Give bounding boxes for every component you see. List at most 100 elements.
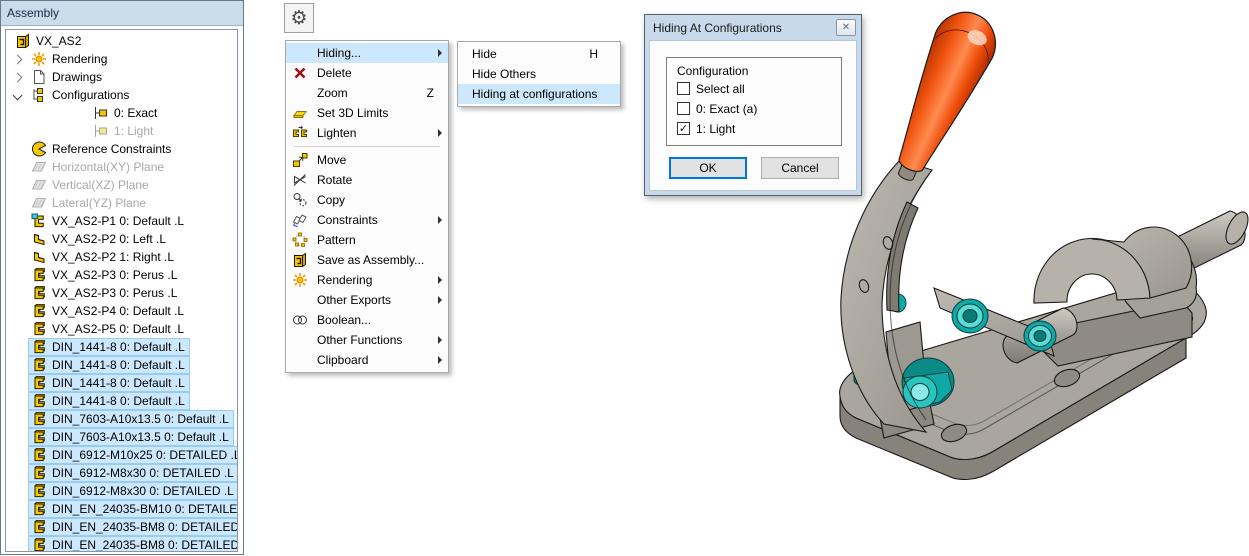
tree-item-plane-xz[interactable]: Vertical(XZ) Plane (6, 176, 237, 194)
plane-icon (31, 195, 47, 211)
menu-item-boolean[interactable]: Boolean... (286, 310, 448, 330)
submenu-arrow-icon (438, 356, 442, 364)
part-icon (31, 465, 47, 481)
menu-item-move[interactable]: Move (286, 150, 448, 170)
submenu-item-hiding-at-configurations[interactable]: Hiding at configurations (458, 84, 620, 104)
hiding-submenu: HideH Hide Others Hiding at configuratio… (457, 41, 621, 107)
submenu-arrow-icon (438, 129, 442, 137)
gear-icon: ⚙ (290, 9, 307, 28)
tree-item-part-selected[interactable]: DIN_EN_24035-BM8 0: DETAILED .L (6, 536, 237, 552)
tree-item-part-selected[interactable]: DIN_6912-M8x30 0: DETAILED .L (6, 482, 237, 500)
part-icon (31, 285, 47, 301)
tree-item-plane-xy[interactable]: Horizontal(XY) Plane (6, 158, 237, 176)
menu-item-other-exports[interactable]: Other Exports (286, 290, 448, 310)
tree-item-part[interactable]: VX_AS2-P5 0: Default .L (6, 320, 237, 338)
submenu-arrow-icon (438, 336, 442, 344)
ok-button[interactable]: OK (669, 157, 747, 179)
menu-item-delete[interactable]: Delete (286, 63, 448, 83)
tree-item-part-selected[interactable]: DIN_1441-8 0: Default .L (6, 356, 237, 374)
menu-item-lighten[interactable]: Lighten (286, 123, 448, 143)
part-icon (31, 429, 47, 445)
part-icon (31, 393, 47, 409)
menu-item-zoom[interactable]: ZoomZ (286, 83, 448, 103)
sun-icon (31, 51, 47, 67)
rotate-icon (292, 172, 308, 188)
move-icon (292, 152, 308, 168)
delete-x-icon (292, 65, 308, 81)
cancel-button[interactable]: Cancel (761, 157, 839, 179)
assembly-tree[interactable]: VX_AS2 Rendering Drawings Configurations… (5, 29, 238, 552)
tree-item-root[interactable]: VX_AS2 (6, 32, 237, 50)
submenu-item-hide[interactable]: HideH (458, 44, 620, 64)
configuration-icon (93, 123, 109, 139)
tree-item-part[interactable]: VX_AS2-P2 1: Right .L (6, 248, 237, 266)
menu-item-save-as-assembly[interactable]: Save as Assembly... (286, 250, 448, 270)
tree-item-part[interactable]: VX_AS2-P4 0: Default .L (6, 302, 237, 320)
tree-item-part-selected[interactable]: DIN_1441-8 0: Default .L (6, 392, 237, 410)
tree-item-config-light[interactable]: 1: Light (6, 122, 237, 140)
tree-item-part[interactable]: VX_AS2-P1 0: Default .L (6, 212, 237, 230)
menu-item-hiding[interactable]: Hiding... (286, 43, 448, 63)
menu-item-constraints[interactable]: Constraints (286, 210, 448, 230)
tree-item-part-selected[interactable]: DIN_EN_24035-BM10 0: DETAILED .L (6, 500, 237, 518)
checkbox-unchecked[interactable] (677, 102, 690, 115)
tree-item-reference-constraints[interactable]: Reference Constraints (6, 140, 237, 158)
submenu-item-hide-others[interactable]: Hide Others (458, 64, 620, 84)
tree-item-part-selected[interactable]: DIN_6912-M8x30 0: DETAILED .L (6, 464, 237, 482)
part-icon (31, 375, 47, 391)
part-icon (31, 339, 47, 355)
configurations-icon (31, 87, 47, 103)
assembly-icon (15, 33, 31, 49)
submenu-arrow-icon (438, 276, 442, 284)
tree-item-rendering[interactable]: Rendering (6, 50, 237, 68)
tree-item-plane-yz[interactable]: Lateral(YZ) Plane (6, 194, 237, 212)
menu-item-other-functions[interactable]: Other Functions (286, 330, 448, 350)
tree-item-drawings[interactable]: Drawings (6, 68, 237, 86)
3d-viewport[interactable] (830, 0, 1249, 480)
part-icon (31, 267, 47, 283)
chevron-right-icon[interactable] (6, 56, 28, 63)
tree-item-part[interactable]: VX_AS2-P3 0: Perus .L (6, 284, 237, 302)
tree-item-part-selected[interactable]: DIN_1441-8 0: Default .L (6, 338, 237, 356)
reference-constraints-icon (31, 141, 47, 157)
menu-item-rendering[interactable]: Rendering (286, 270, 448, 290)
clamp-handle-knob[interactable] (876, 2, 1006, 191)
gear-button[interactable]: ⚙ (284, 3, 314, 33)
checkbox-row-select-all[interactable]: Select all (677, 79, 841, 98)
dialog-body: Configuration Select all 0: Exact (a) 1:… (649, 40, 857, 191)
boolean-icon (292, 312, 308, 328)
menu-item-rotate[interactable]: Rotate (286, 170, 448, 190)
menu-item-pattern[interactable]: Pattern (286, 230, 448, 250)
tree-item-part-selected[interactable]: DIN_7603-A10x13.5 0: Default .L (6, 428, 237, 446)
menu-separator (294, 146, 440, 147)
shortcut-label: H (589, 47, 598, 61)
dialog-titlebar[interactable]: Hiding At Configurations ✕ (645, 15, 861, 40)
tree-item-part-selected[interactable]: DIN_6912-M10x25 0: DETAILED .L (6, 446, 237, 464)
submenu-arrow-icon (438, 49, 442, 57)
part-icon (31, 303, 47, 319)
checkbox-row-exact[interactable]: 0: Exact (a) (677, 99, 841, 118)
checkbox-row-light[interactable]: 1: Light (677, 119, 841, 138)
tree-item-part-selected[interactable]: DIN_7603-A10x13.5 0: Default .L (6, 410, 237, 428)
checkbox-checked[interactable] (677, 122, 690, 135)
tree-item-part-selected[interactable]: DIN_EN_24035-BM8 0: DETAILED .L (6, 518, 237, 536)
chevron-down-icon[interactable] (6, 92, 28, 99)
menu-item-set-3d-limits[interactable]: Set 3D Limits (286, 103, 448, 123)
tree-item-configurations[interactable]: Configurations (6, 86, 237, 104)
tree-item-part-selected[interactable]: DIN_1441-8 0: Default .L (6, 374, 237, 392)
pattern-icon (292, 232, 308, 248)
tree-item-config-exact[interactable]: 0: Exact (6, 104, 237, 122)
menu-item-clipboard[interactable]: Clipboard (286, 350, 448, 370)
tree-item-label: VX_AS2 (36, 34, 81, 48)
tree-item-part[interactable]: VX_AS2-P2 0: Left .L (6, 230, 237, 248)
part-icon (31, 357, 47, 373)
chevron-right-icon[interactable] (6, 74, 28, 81)
part-icon (31, 537, 47, 552)
checkbox-unchecked[interactable] (677, 82, 690, 95)
plane-icon (31, 159, 47, 175)
part-pinned-icon (31, 213, 47, 229)
configuration-group: Configuration Select all 0: Exact (a) 1:… (666, 57, 842, 146)
page-icon (31, 69, 47, 85)
menu-item-copy[interactable]: Copy (286, 190, 448, 210)
tree-item-part[interactable]: VX_AS2-P3 0: Perus .L (6, 266, 237, 284)
